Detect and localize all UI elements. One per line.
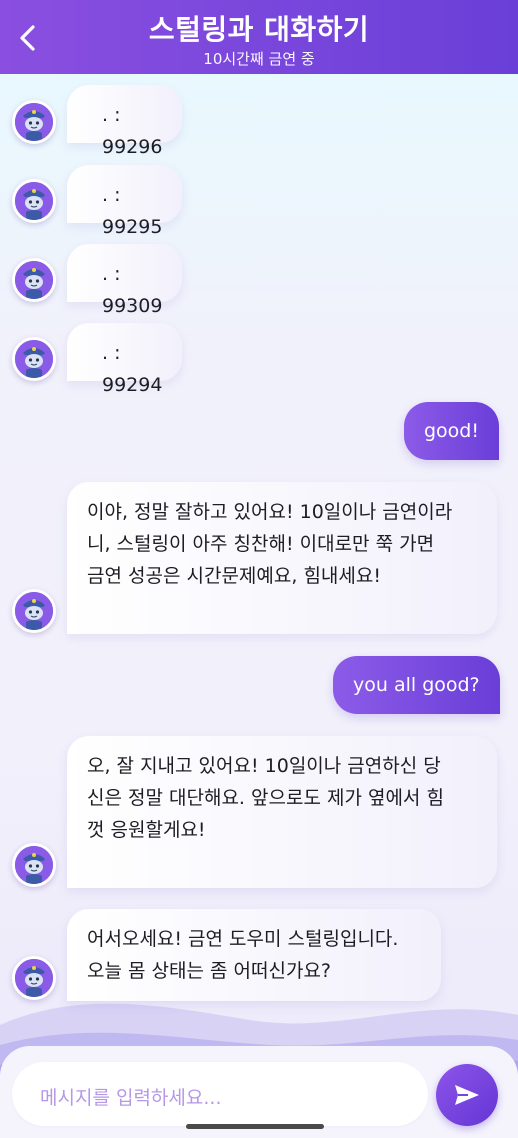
message-bubble: . : 99295 bbox=[67, 165, 183, 238]
send-button[interactable] bbox=[436, 1064, 498, 1126]
message-line: 오, 잘 지내고 있어요! 10일이나 금연하신 당 bbox=[87, 755, 441, 777]
police-mascot-icon bbox=[15, 261, 53, 299]
message-input[interactable]: 메시지를 입력하세요... bbox=[12, 1062, 428, 1126]
police-mascot-icon bbox=[15, 959, 53, 997]
avatar bbox=[12, 179, 56, 223]
message-bubble: 이야, 정말 잘하고 있어요! 10일이나 금연이라 니, 스털링이 아주 칭찬… bbox=[67, 482, 497, 634]
police-mascot-icon bbox=[15, 103, 53, 141]
chat-thread: . : 99296 . : 99295 .: 99309 .: 99294 … bbox=[0, 74, 518, 1044]
send-icon bbox=[455, 1085, 479, 1105]
message-bubble: . : 99294 bbox=[67, 323, 183, 396]
message-line: 껏 응원할게요! bbox=[87, 819, 206, 841]
avatar bbox=[12, 258, 56, 302]
chat-header: 스털링과 대화하기 10시간째 금연 중 bbox=[0, 0, 518, 74]
police-mascot-icon bbox=[15, 182, 53, 220]
police-mascot-icon bbox=[15, 340, 53, 378]
message-bubble: 오, 잘 지내고 있어요! 10일이나 금연하신 당 신은 정말 대단해요. 앞… bbox=[67, 736, 497, 888]
page-title: 스털링과 대화하기 bbox=[148, 13, 370, 46]
avatar bbox=[12, 100, 56, 144]
message-bubble: . : 99309 bbox=[67, 244, 183, 317]
police-mascot-icon bbox=[15, 846, 53, 884]
home-indicator bbox=[186, 1124, 324, 1129]
message-bubble: . : 99296 bbox=[67, 85, 183, 158]
avatar bbox=[12, 337, 56, 381]
message-line: 어서오세요! 금연 도우미 스털링입니다. bbox=[87, 928, 399, 950]
quit-duration-subtitle: 10시간째 금연 중 bbox=[203, 50, 315, 68]
avatar bbox=[12, 589, 56, 633]
avatar bbox=[12, 843, 56, 887]
avatar bbox=[12, 956, 56, 1000]
message-line: 금연 성공은 시간문제예요, 힘내세요! bbox=[87, 565, 381, 587]
message-line: 오늘 몸 상태는 좀 어떠신가요? bbox=[87, 960, 332, 982]
message-line: 니, 스털링이 아주 칭찬해! 이대로만 쭉 가면 bbox=[87, 533, 435, 555]
user-message-bubble: good! bbox=[404, 402, 499, 460]
police-mascot-icon bbox=[15, 592, 53, 630]
message-line: 이야, 정말 잘하고 있어요! 10일이나 금연이라 bbox=[87, 501, 453, 523]
message-line: 신은 정말 대단해요. 앞으로도 제가 옆에서 힘 bbox=[87, 787, 444, 809]
message-bubble: 어서오세요! 금연 도우미 스털링입니다. 오늘 몸 상태는 좀 어떠신가요? bbox=[67, 909, 441, 1001]
user-message-bubble: you all good? bbox=[333, 656, 500, 714]
